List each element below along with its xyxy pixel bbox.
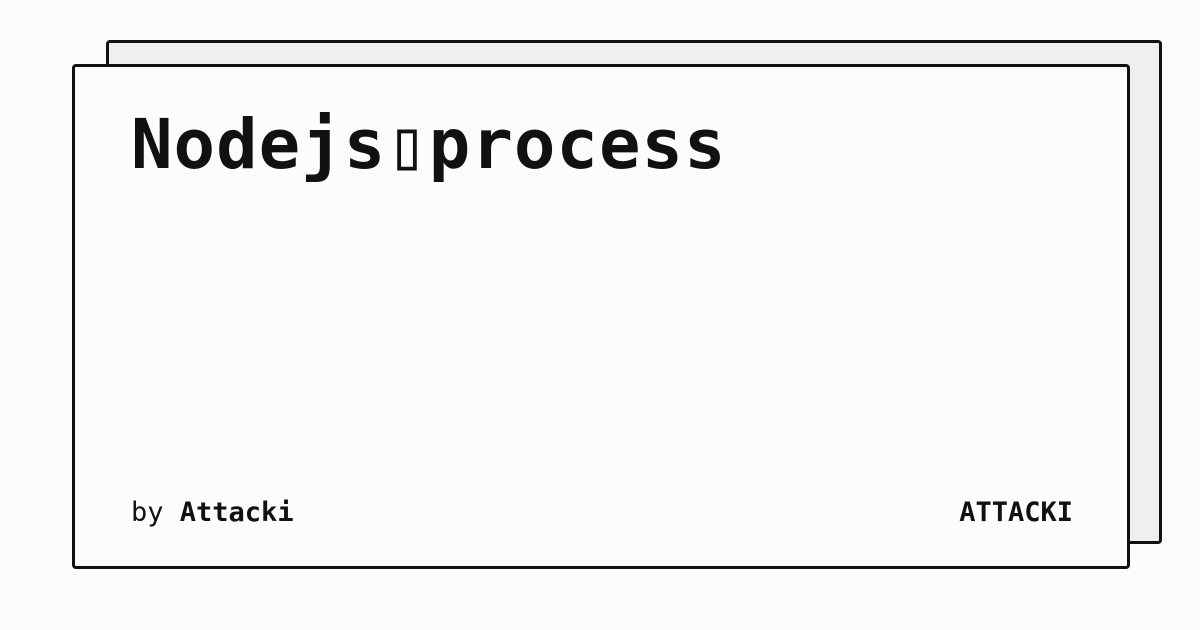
byline: by Attacki	[131, 497, 294, 528]
og-image: Nodejs▯process by Attacki ATTACKI	[0, 0, 1200, 630]
byline-prefix: by	[131, 497, 164, 528]
post-title: Nodejs▯process	[131, 105, 727, 185]
site-name: ATTACKI	[959, 497, 1073, 528]
front-card: Nodejs▯process by Attacki ATTACKI	[72, 64, 1130, 569]
author-name: Attacki	[179, 497, 294, 528]
